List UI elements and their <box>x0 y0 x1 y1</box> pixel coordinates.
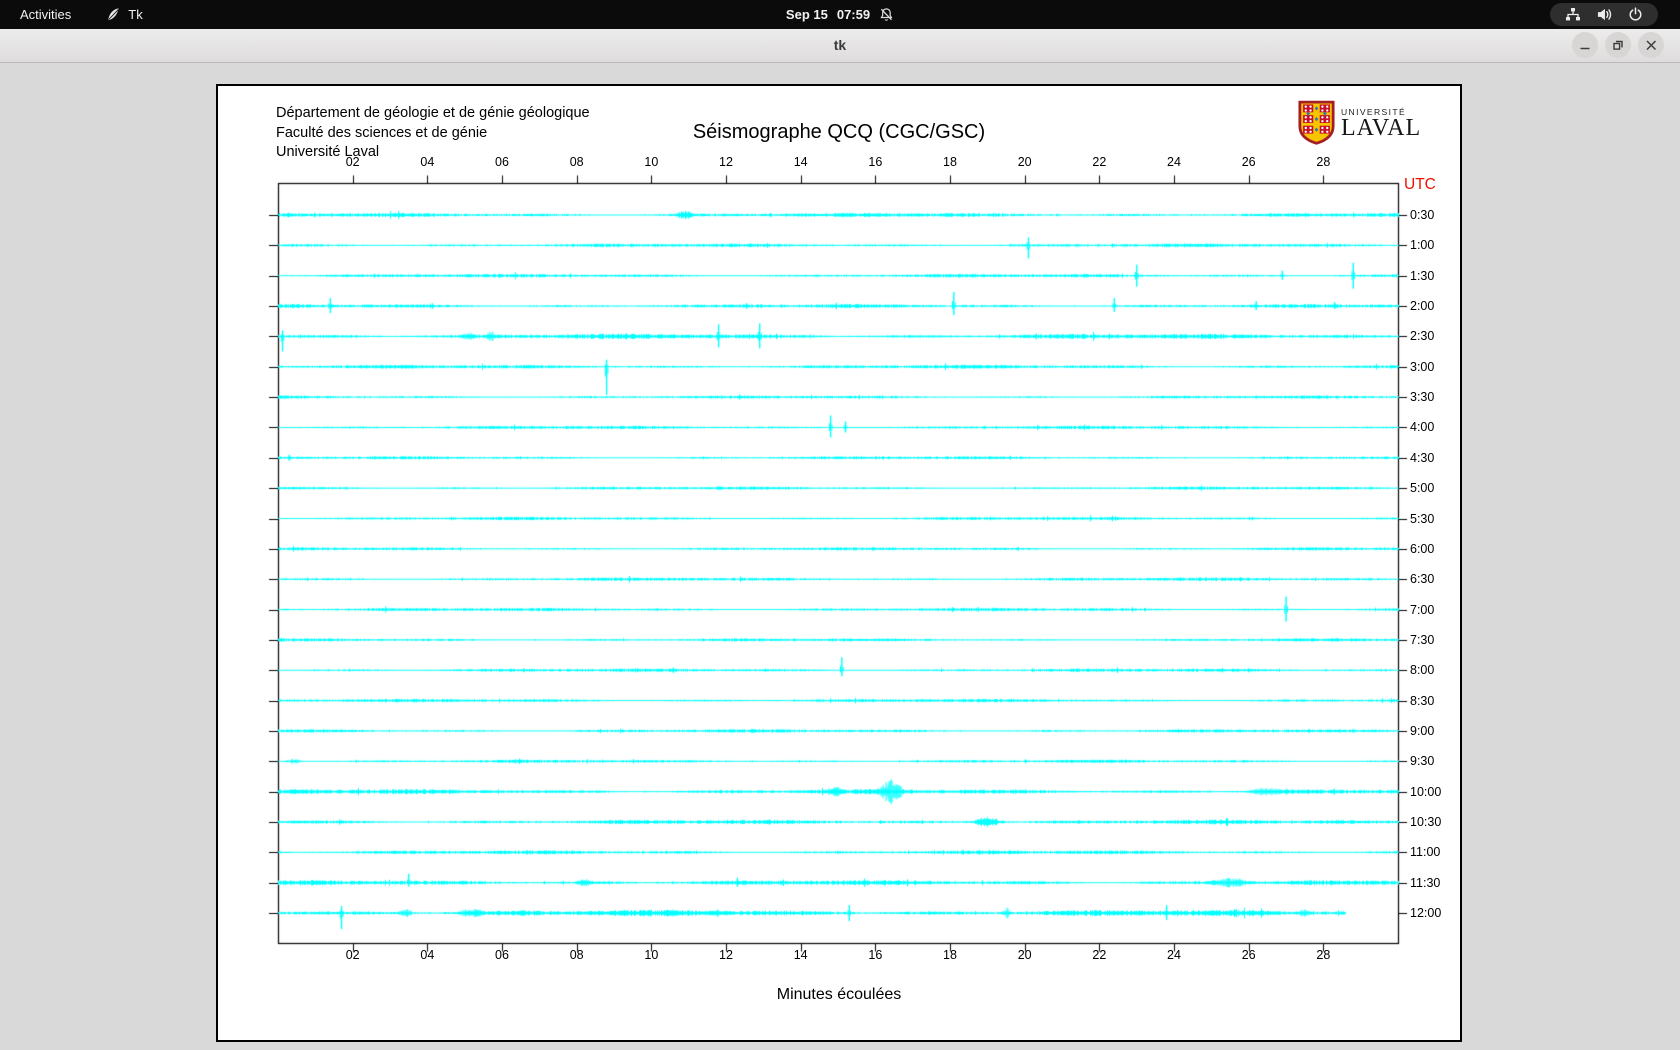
utc-time-label: 11:30 <box>1410 875 1441 890</box>
utc-time-label: 7:30 <box>1410 632 1435 647</box>
close-icon <box>1646 40 1657 51</box>
utc-time-label: 10:30 <box>1410 815 1442 829</box>
restore-window-icon <box>1613 40 1623 50</box>
window-title-bar[interactable]: tk <box>0 29 1680 63</box>
utc-time-label: 9:30 <box>1410 754 1435 769</box>
gnome-top-bar: Activities Tk Sep 15 07:59 <box>0 0 1680 29</box>
utc-time-label: 3:30 <box>1410 390 1435 405</box>
laval-shield-icon <box>1298 100 1335 145</box>
utc-time-label: 2:00 <box>1410 299 1435 314</box>
x-tick-label-top: 04 <box>420 155 435 169</box>
clock-date: Sep 15 <box>785 7 828 22</box>
x-tick-label-bottom: 10 <box>644 948 659 962</box>
x-tick-label-bottom: 12 <box>719 948 733 962</box>
utc-time-label: 6:00 <box>1410 541 1435 556</box>
app-name-label: Tk <box>128 7 143 22</box>
utc-time-label: 10:00 <box>1410 784 1442 799</box>
x-tick-label-top: 28 <box>1316 155 1331 169</box>
x-tick-label-top: 16 <box>868 155 883 169</box>
utc-time-label: 5:00 <box>1410 481 1435 496</box>
utc-time-label: 0:30 <box>1410 208 1435 222</box>
notifications-off-icon <box>880 8 893 21</box>
x-tick-label-top: 24 <box>1167 155 1181 169</box>
x-tick-label-bottom: 08 <box>569 948 584 962</box>
minimize-button[interactable] <box>1572 32 1598 58</box>
x-tick-label-bottom: 18 <box>943 948 957 962</box>
x-tick-label-top: 20 <box>1017 155 1032 169</box>
x-tick-label-top: 10 <box>644 155 659 169</box>
x-tick-label-bottom: 06 <box>495 948 509 962</box>
network-icon <box>1566 8 1580 21</box>
activities-label: Activities <box>20 7 72 22</box>
window-title: tk <box>833 37 847 53</box>
x-tick-label-bottom: 04 <box>420 948 435 962</box>
maximize-button[interactable] <box>1605 32 1631 58</box>
x-tick-label-bottom: 16 <box>868 948 883 962</box>
utc-time-label: 4:00 <box>1410 420 1435 435</box>
utc-time-label: 1:00 <box>1410 238 1435 253</box>
x-tick-label-top: 14 <box>793 155 808 169</box>
utc-time-label: 9:00 <box>1410 723 1435 738</box>
tk-app-icon <box>108 7 119 20</box>
x-tick-label-bottom: 22 <box>1092 948 1107 962</box>
x-tick-label-bottom: 02 <box>345 948 360 962</box>
close-button[interactable] <box>1638 32 1664 58</box>
x-tick-label-bottom: 14 <box>793 948 808 962</box>
x-tick-label-bottom: 20 <box>1017 948 1032 962</box>
x-tick-label-top: 12 <box>719 155 733 169</box>
x-tick-label-bottom: 24 <box>1167 948 1181 962</box>
x-tick-label-top: 22 <box>1092 155 1107 169</box>
clock-time: 07:59 <box>836 7 871 22</box>
utc-time-label: 1:30 <box>1410 268 1435 283</box>
x-tick-label-bottom: 28 <box>1316 948 1331 962</box>
app-menu[interactable]: Tk <box>95 7 152 23</box>
utc-time-label: 8:30 <box>1410 693 1435 708</box>
power-icon <box>1629 7 1642 21</box>
activities-button[interactable]: Activities <box>10 7 81 22</box>
universite-laval-logo: UNIVERSITÉ LAVAL <box>1298 100 1421 145</box>
x-tick-label-top: 08 <box>569 155 584 169</box>
utc-time-label: 11:00 <box>1410 845 1441 860</box>
x-tick-label-top: 02 <box>345 155 360 169</box>
x-tick-label-top: 06 <box>495 155 509 169</box>
clock-menu[interactable]: Sep 15 07:59 <box>776 0 904 29</box>
utc-time-label: 2:30 <box>1410 329 1435 344</box>
utc-time-label: 8:00 <box>1410 663 1435 678</box>
utc-time-label: 5:30 <box>1410 511 1435 526</box>
utc-time-label: 4:30 <box>1410 450 1435 465</box>
figure-title: Séismographe QCQ (CGC/GSC) <box>692 121 986 143</box>
logo-laval-label: LAVAL <box>1341 114 1422 141</box>
utc-time-label: 6:30 <box>1410 572 1435 587</box>
desktop: Activities Tk Sep 15 07:59 tk Départemen… <box>0 0 1680 1050</box>
system-status-menu[interactable] <box>1550 3 1658 26</box>
seismograph-canvas: Département de géologie et de génie géol… <box>216 84 1462 1042</box>
utc-time-label: 12:00 <box>1410 906 1442 921</box>
trace-canvas <box>218 86 1460 1040</box>
x-axis-title: Minutes écoulées <box>776 986 902 1003</box>
x-tick-label-bottom: 26 <box>1241 948 1256 962</box>
volume-icon <box>1597 8 1612 21</box>
utc-axis-label: UTC <box>1404 176 1436 193</box>
x-tick-label-top: 26 <box>1241 155 1256 169</box>
utc-time-label: 7:00 <box>1410 602 1435 617</box>
utc-time-label: 3:00 <box>1410 359 1435 374</box>
x-tick-label-top: 18 <box>943 155 957 169</box>
minimize-icon <box>1580 47 1590 50</box>
